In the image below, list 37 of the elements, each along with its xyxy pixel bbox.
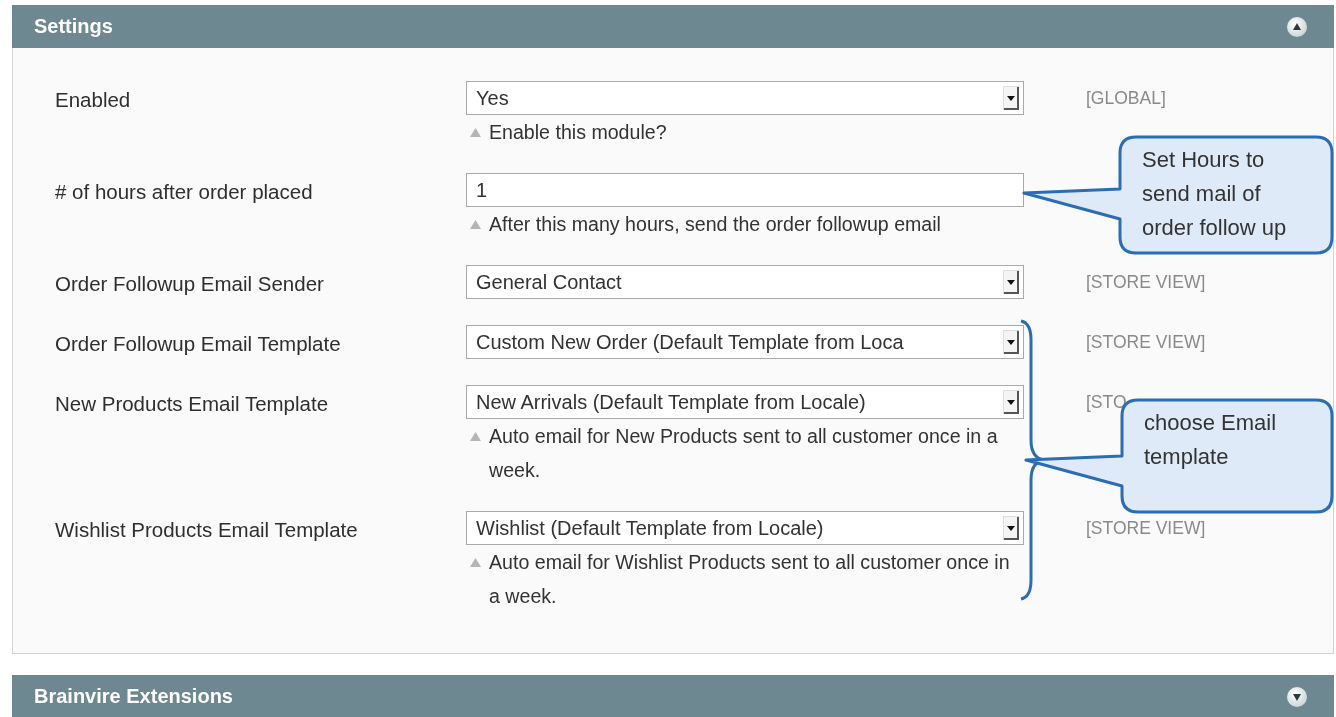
- section-header[interactable]: Settings: [12, 5, 1334, 48]
- field-label: # of hours after order placed: [55, 179, 314, 205]
- text-input[interactable]: 1: [466, 173, 1024, 207]
- caret-icon: [1003, 390, 1019, 414]
- caret-icon: [1003, 516, 1019, 540]
- scope-label: [STORE VIEW]: [1086, 272, 1206, 292]
- hint-arrow-icon: [470, 558, 481, 567]
- section-header[interactable]: Brainvire Extensions: [12, 675, 1334, 717]
- caret-icon: [1003, 270, 1019, 294]
- field-label: Enabled: [55, 87, 132, 113]
- dropdown[interactable]: General Contact: [466, 265, 1024, 299]
- dropdown[interactable]: Wishlist (Default Template from Locale): [466, 511, 1024, 545]
- section-title: Settings: [34, 15, 113, 38]
- callout: Set Hours to send mail of order follow up: [1022, 135, 1334, 255]
- dropdown[interactable]: Custom New Order (Default Template from Loca: [466, 325, 1024, 359]
- section-title: Brainvire Extensions: [34, 685, 233, 708]
- field-hint: Auto email for Wishlist Products sent to all customer once in a week.: [489, 550, 1011, 609]
- scope-label: [STORE VIEW]: [1086, 518, 1206, 538]
- hint-arrow-icon: [470, 128, 481, 137]
- dropdown[interactable]: New Arrivals (Default Template from Locale): [466, 385, 1024, 419]
- hint-arrow-icon: [470, 432, 481, 441]
- field-label: Order Followup Email Sender: [55, 271, 325, 297]
- dropdown[interactable]: Yes: [466, 81, 1024, 115]
- caret-icon: [1003, 330, 1019, 354]
- hint-arrow-icon: [470, 220, 481, 229]
- field-label: Wishlist Products Email Template: [55, 517, 359, 543]
- scope-label: [STORE VIEW]: [1086, 332, 1206, 352]
- scope-label: [STO: [1086, 392, 1127, 412]
- caret-icon: [1003, 86, 1019, 110]
- field-label: New Products Email Template: [55, 391, 330, 417]
- field-hint: Enable this module?: [489, 120, 667, 145]
- scope-label: [GLOBAL]: [1086, 88, 1166, 108]
- field-label: Order Followup Email Template: [55, 331, 342, 357]
- field-hint: After this many hours, send the order followup email: [489, 212, 941, 237]
- expand-icon[interactable]: [1286, 685, 1308, 708]
- field-hint: Auto email for New Products sent to all customer once in a week.: [489, 424, 999, 483]
- collapse-icon[interactable]: [1286, 15, 1308, 38]
